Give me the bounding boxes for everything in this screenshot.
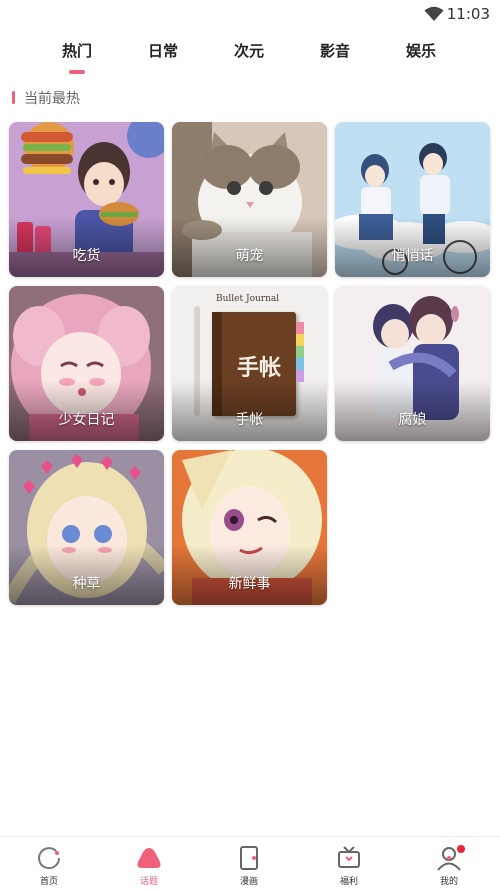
section-accent-bar	[12, 91, 15, 104]
nav-comics[interactable]: 漫画	[219, 845, 279, 887]
topic-label-foodie: 吃货	[72, 248, 101, 264]
journal-header-text: Bullet Journal	[216, 294, 280, 304]
nav-label-comics: 漫画	[239, 877, 258, 887]
nav-label-topics: 话题	[139, 877, 158, 887]
nav-home[interactable]: 首页	[19, 845, 79, 887]
topic-label-girl-diary: 少女日记	[58, 412, 115, 428]
topic-label-pets: 萌宠	[235, 248, 264, 264]
active-tab-indicator	[69, 70, 85, 74]
category-tabs: 热门 日常 次元 影音 娱乐	[0, 36, 500, 80]
status-time: 11:03	[446, 5, 490, 23]
topic-card-fujoshi[interactable]: 腐娘	[335, 286, 490, 441]
topic-label-journal: 手帐	[235, 412, 264, 428]
nav-welfare[interactable]: 福利	[319, 845, 379, 887]
status-bar: 11:03	[0, 0, 500, 28]
nav-profile[interactable]: 我的	[419, 845, 479, 887]
wifi-icon	[424, 6, 444, 21]
notification-dot	[457, 845, 465, 853]
tab-hot[interactable]: 热门	[47, 40, 107, 61]
tab-daily[interactable]: 日常	[133, 40, 193, 61]
tab-entertainment[interactable]: 娱乐	[391, 40, 451, 61]
nav-label-profile: 我的	[439, 877, 458, 887]
topic-card-journal[interactable]: Bullet Journal 手帐 手帐	[172, 286, 327, 441]
journal-tabs	[296, 322, 304, 382]
topic-card-girl-diary[interactable]: 少女日记	[9, 286, 164, 441]
tv-gift-icon	[338, 846, 360, 868]
topic-card-news[interactable]: 新鲜事	[172, 450, 327, 605]
topic-card-recommend[interactable]: 种草	[9, 450, 164, 605]
topic-label-recommend: 种草	[72, 576, 101, 592]
comic-icon	[240, 846, 258, 870]
topic-label-fujoshi: 腐娘	[398, 412, 427, 428]
home-icon	[38, 847, 61, 870]
bottom-nav: 首页 话题 漫画 福利 我的	[0, 836, 500, 889]
topic-card-pets[interactable]: 萌宠	[172, 122, 327, 277]
topic-label-whisper: 悄悄话	[391, 248, 434, 264]
nav-topics[interactable]: 话题	[119, 845, 179, 887]
topic-card-whisper[interactable]: 悄悄话	[335, 122, 490, 277]
tab-acg[interactable]: 次元	[219, 40, 279, 61]
topic-icon	[137, 848, 161, 868]
journal-cover-text: 手帐	[236, 356, 281, 381]
section-title: 当前最热	[24, 91, 80, 107]
topic-label-news: 新鲜事	[228, 576, 271, 592]
topic-card-foodie[interactable]: 吃货	[9, 122, 164, 277]
nav-label-home: 首页	[39, 877, 58, 887]
nav-label-welfare: 福利	[339, 877, 358, 887]
tab-media[interactable]: 影音	[305, 40, 365, 61]
